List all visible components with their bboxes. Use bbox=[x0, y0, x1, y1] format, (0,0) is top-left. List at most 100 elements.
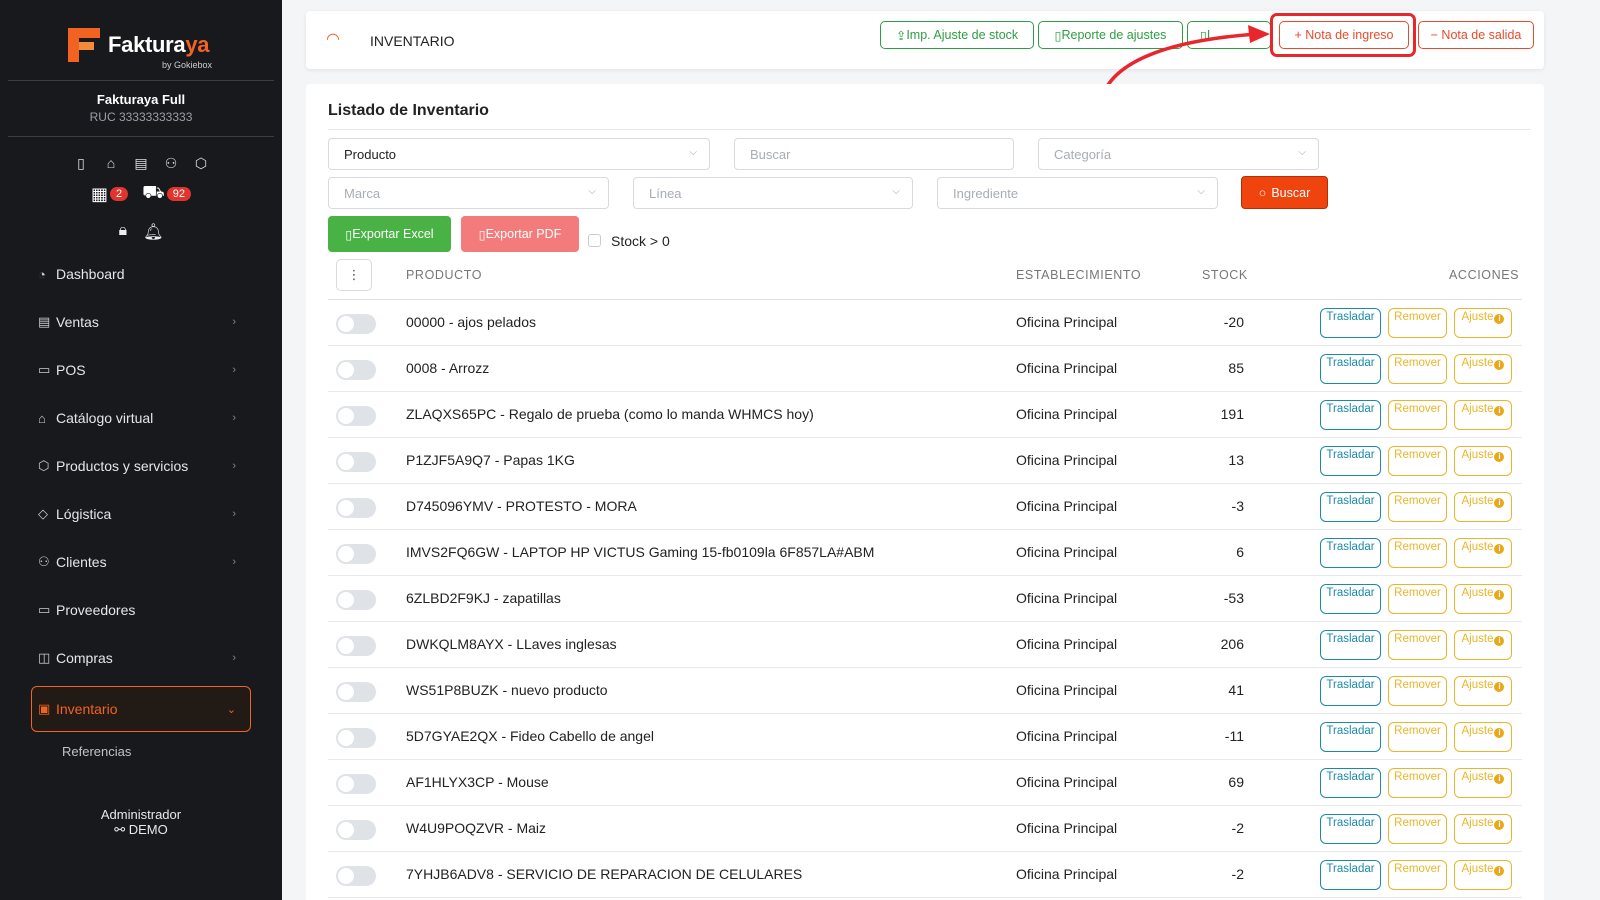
header-stock[interactable]: STOCK bbox=[1202, 268, 1248, 282]
menu-item-proveedores[interactable]: ▭ Proveedores bbox=[0, 586, 282, 634]
remover-button[interactable]: Remover bbox=[1388, 354, 1447, 384]
remover-button[interactable]: Remover bbox=[1388, 768, 1447, 798]
remover-button[interactable]: Remover bbox=[1388, 446, 1447, 476]
users-icon[interactable]: ⚇ bbox=[161, 154, 181, 172]
remover-button[interactable]: Remover bbox=[1388, 814, 1447, 844]
trasladar-button[interactable]: Trasladar bbox=[1320, 768, 1381, 798]
remover-button[interactable]: Remover bbox=[1388, 630, 1447, 660]
row-toggle[interactable] bbox=[336, 820, 376, 840]
categoria-select[interactable]: Categoría ⌵ bbox=[1038, 138, 1319, 170]
remover-button[interactable]: Remover bbox=[1388, 538, 1447, 568]
trasladar-button[interactable]: Trasladar bbox=[1320, 446, 1381, 476]
chevron-right-icon: › bbox=[232, 652, 236, 664]
menu-item-inventario[interactable]: ▣ Inventario ⌄ bbox=[31, 686, 251, 732]
remover-button[interactable]: Remover bbox=[1388, 676, 1447, 706]
menu-item-pos[interactable]: ▭ POS › bbox=[0, 346, 282, 394]
trasladar-button[interactable]: Trasladar bbox=[1320, 860, 1381, 890]
header-producto[interactable]: PRODUCTO bbox=[406, 268, 482, 282]
marca-select[interactable]: Marca ⌵ bbox=[328, 177, 609, 209]
cell-producto: AF1HLYX3CP - Mouse bbox=[406, 774, 549, 790]
trasladar-button[interactable]: Trasladar bbox=[1320, 584, 1381, 614]
remover-button[interactable]: Remover bbox=[1388, 492, 1447, 522]
column-options-button[interactable]: ⋮ bbox=[336, 259, 372, 291]
ajuste-button[interactable]: Ajuste i bbox=[1454, 722, 1512, 752]
menu-item-catalogo[interactable]: ⌂ Catálogo virtual › bbox=[0, 394, 282, 442]
row-toggle[interactable] bbox=[336, 774, 376, 794]
ajuste-button[interactable]: Ajuste i bbox=[1454, 768, 1512, 798]
info-icon: i bbox=[1494, 360, 1505, 370]
table-row: DWKQLM8AYX - LLaves inglesas Oficina Prin… bbox=[328, 622, 1522, 668]
nota-salida-button[interactable]: − Nota de salida bbox=[1418, 21, 1534, 49]
trasladar-button[interactable]: Trasladar bbox=[1320, 400, 1381, 430]
trasladar-button[interactable]: Trasladar bbox=[1320, 492, 1381, 522]
ajuste-button[interactable]: Ajuste i bbox=[1454, 308, 1512, 338]
row-toggle[interactable] bbox=[336, 360, 376, 380]
ajuste-button[interactable]: Ajuste i bbox=[1454, 538, 1512, 568]
ajuste-button[interactable]: Ajuste i bbox=[1454, 814, 1512, 844]
ingrediente-select[interactable]: Ingrediente ⌵ bbox=[937, 177, 1218, 209]
brand-logo[interactable]: Fakturaya by Gokiebox bbox=[66, 24, 226, 74]
row-toggle[interactable] bbox=[336, 544, 376, 564]
menu-item-compras[interactable]: ◫ Compras › bbox=[0, 634, 282, 682]
info-icon: i bbox=[1494, 866, 1505, 876]
document-icon[interactable]: ▯ bbox=[71, 154, 91, 172]
box-icon[interactable]: ⬡ bbox=[191, 154, 211, 172]
inventory-icon: ▣ bbox=[38, 701, 51, 716]
trasladar-button[interactable]: Trasladar bbox=[1320, 630, 1381, 660]
table-row: ZLAQXS65PC - Regalo de prueba (como lo m… bbox=[328, 392, 1522, 438]
buscar-button[interactable]: ○ Buscar bbox=[1241, 176, 1328, 209]
menu-item-clientes[interactable]: ⚇ Clientes › bbox=[0, 538, 282, 586]
ajuste-button[interactable]: Ajuste i bbox=[1454, 676, 1512, 706]
menu-item-dashboard[interactable]: ◔ Dashboard bbox=[0, 250, 282, 298]
row-toggle[interactable] bbox=[336, 682, 376, 702]
list-icon[interactable]: ▤ bbox=[131, 154, 151, 172]
trasladar-button[interactable]: Trasladar bbox=[1320, 676, 1381, 706]
menu-item-productos[interactable]: ⬡ Productos y servicios › bbox=[0, 442, 282, 490]
remover-button[interactable]: Remover bbox=[1388, 860, 1447, 890]
row-toggle[interactable] bbox=[336, 406, 376, 426]
trasladar-button[interactable]: Trasladar bbox=[1320, 814, 1381, 844]
header-establecimiento[interactable]: ESTABLECIMIENTO bbox=[1016, 268, 1141, 282]
search-input[interactable]: Buscar bbox=[734, 138, 1014, 170]
box-badge[interactable]: ⛟ 92 bbox=[142, 182, 192, 206]
trasladar-button[interactable]: Trasladar bbox=[1320, 538, 1381, 568]
trasladar-button[interactable]: Trasladar bbox=[1320, 308, 1381, 338]
remover-button[interactable]: Remover bbox=[1388, 400, 1447, 430]
row-toggle[interactable] bbox=[336, 314, 376, 334]
row-toggle[interactable] bbox=[336, 452, 376, 472]
menu-item-logistica[interactable]: ◇ Lógistica › bbox=[0, 490, 282, 538]
exportar-pdf-button[interactable]: ▯ Exportar PDF bbox=[461, 216, 579, 252]
ajuste-button[interactable]: Ajuste i bbox=[1454, 446, 1512, 476]
ajuste-button[interactable]: Ajuste i bbox=[1454, 400, 1512, 430]
bell-icon[interactable]: 🔔︎ bbox=[143, 222, 163, 242]
ajuste-button[interactable]: Ajuste i bbox=[1454, 354, 1512, 384]
stock-filter-label: Stock > 0 bbox=[611, 233, 670, 249]
row-toggle[interactable] bbox=[336, 636, 376, 656]
trasladar-button[interactable]: Trasladar bbox=[1320, 354, 1381, 384]
menu-item-ventas[interactable]: ▤ Ventas › bbox=[0, 298, 282, 346]
remover-button[interactable]: Remover bbox=[1388, 722, 1447, 752]
imp-ajuste-stock-button[interactable]: ⇪ Imp. Ajuste de stock bbox=[880, 21, 1034, 49]
remover-button[interactable]: Remover bbox=[1388, 308, 1447, 338]
info-icon: i bbox=[1494, 636, 1505, 646]
row-toggle[interactable] bbox=[336, 590, 376, 610]
exportar-excel-button[interactable]: ▯ Exportar Excel bbox=[328, 216, 451, 252]
user-info[interactable]: Administrador ⚯ DEMO bbox=[0, 807, 282, 837]
row-toggle[interactable] bbox=[336, 866, 376, 886]
row-toggle[interactable] bbox=[336, 728, 376, 748]
ajuste-button[interactable]: Ajuste i bbox=[1454, 860, 1512, 890]
row-toggle[interactable] bbox=[336, 498, 376, 518]
tipo-select[interactable]: Producto ⌵ bbox=[328, 138, 710, 170]
store-icon[interactable]: ⌂ bbox=[101, 154, 121, 172]
remover-button[interactable]: Remover bbox=[1388, 584, 1447, 614]
trasladar-button[interactable]: Trasladar bbox=[1320, 722, 1381, 752]
cell-establecimiento: Oficina Principal bbox=[1016, 590, 1118, 606]
ajuste-button[interactable]: Ajuste i bbox=[1454, 630, 1512, 660]
ajuste-button[interactable]: Ajuste i bbox=[1454, 584, 1512, 614]
lock-icon[interactable]: 🔒︎ bbox=[119, 222, 128, 242]
linea-select[interactable]: Línea ⌵ bbox=[633, 177, 913, 209]
ajuste-button[interactable]: Ajuste i bbox=[1454, 492, 1512, 522]
calendar-badge[interactable]: ▦ 2 bbox=[91, 182, 129, 206]
stock-filter-checkbox[interactable] bbox=[588, 234, 601, 247]
submenu-referencias[interactable]: Referencias bbox=[62, 744, 131, 759]
